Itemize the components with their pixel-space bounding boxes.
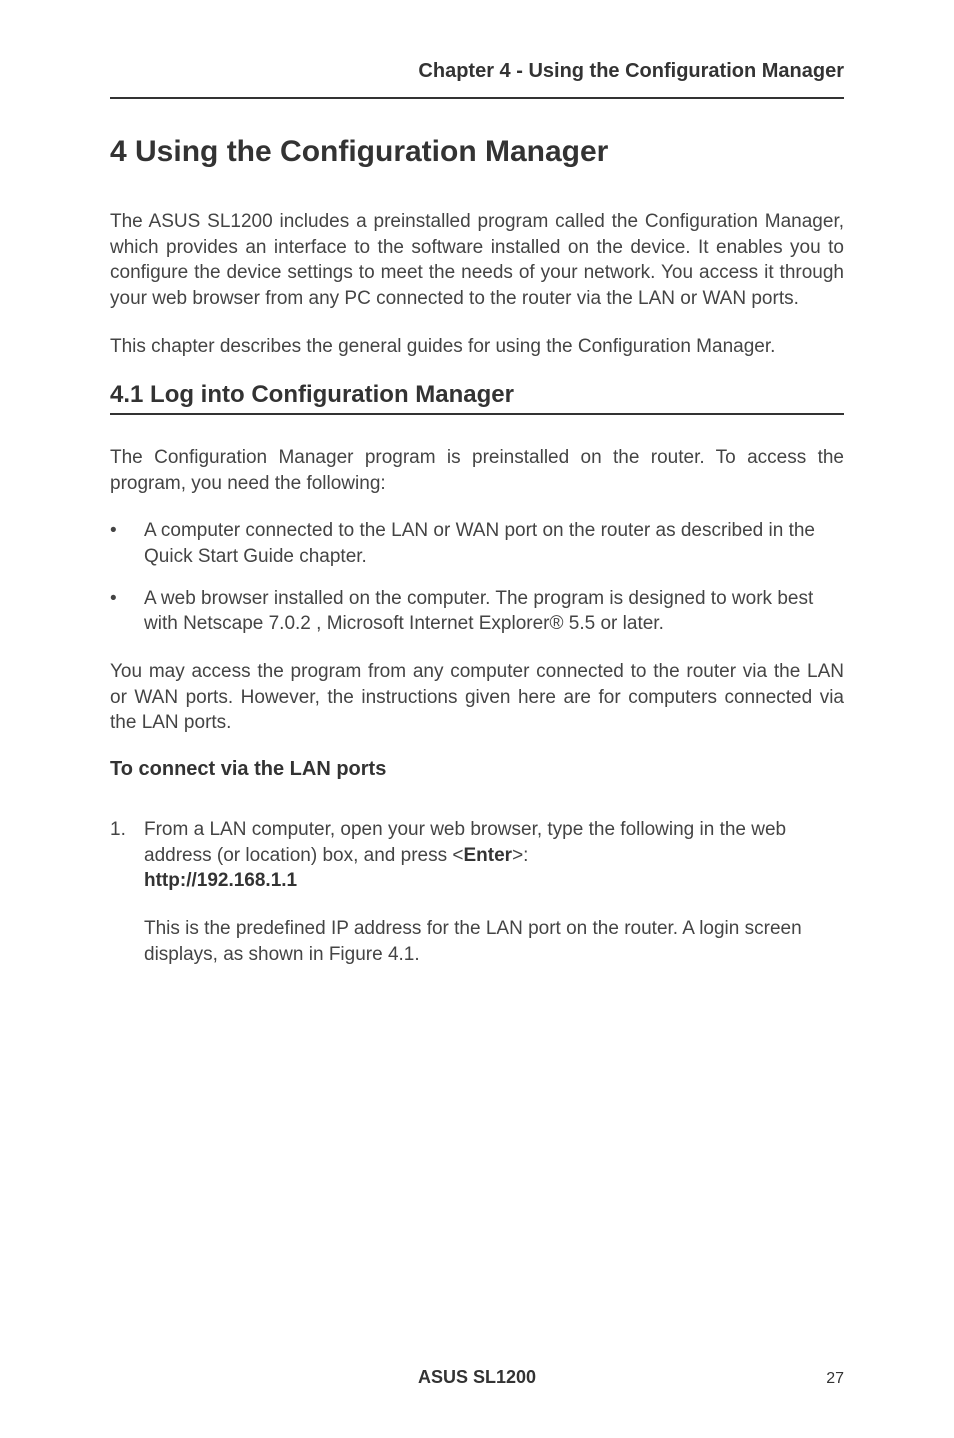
steps-list: 1. From a LAN computer, open your web br… <box>110 817 844 894</box>
section-4-1-p1: The Configuration Manager program is pre… <box>110 445 844 496</box>
running-head: Chapter 4 - Using the Configuration Mana… <box>110 60 844 83</box>
bullet-marker: • <box>110 518 144 569</box>
section-4-1-heading: 4.1 Log into Configuration Manager <box>110 381 844 415</box>
subsection-heading: To connect via the LAN ports <box>110 758 844 781</box>
intro-paragraph-1: The ASUS SL1200 includes a preinstalled … <box>110 209 844 312</box>
header-rule <box>110 97 844 99</box>
list-item-text: A computer connected to the LAN or WAN p… <box>144 518 844 569</box>
section-4-1-p2: You may access the program from any comp… <box>110 659 844 736</box>
list-item: • A computer connected to the LAN or WAN… <box>110 518 844 569</box>
list-item: • A web browser installed on the compute… <box>110 586 844 637</box>
requirements-list: • A computer connected to the LAN or WAN… <box>110 518 844 637</box>
step-sub-paragraph: This is the predefined IP address for th… <box>144 916 844 967</box>
list-item-text: A web browser installed on the computer.… <box>144 586 844 637</box>
chapter-title: 4 Using the Configuration Manager <box>110 135 844 169</box>
step-text-bold-url: http://192.168.1.1 <box>144 870 297 891</box>
list-item: 1. From a LAN computer, open your web br… <box>110 817 844 894</box>
step-text-bold-enter: Enter <box>463 845 512 866</box>
footer-product: ASUS SL1200 <box>418 1367 536 1388</box>
bullet-marker: • <box>110 586 144 637</box>
page-footer: ASUS SL1200 27 <box>110 1367 844 1388</box>
footer-page-number: 27 <box>826 1370 844 1388</box>
intro-paragraph-2: This chapter describes the general guide… <box>110 334 844 360</box>
step-text-post: >: <box>512 845 528 866</box>
step-text: From a LAN computer, open your web brows… <box>144 817 844 894</box>
step-number: 1. <box>110 817 144 894</box>
page: Chapter 4 - Using the Configuration Mana… <box>0 0 954 1438</box>
